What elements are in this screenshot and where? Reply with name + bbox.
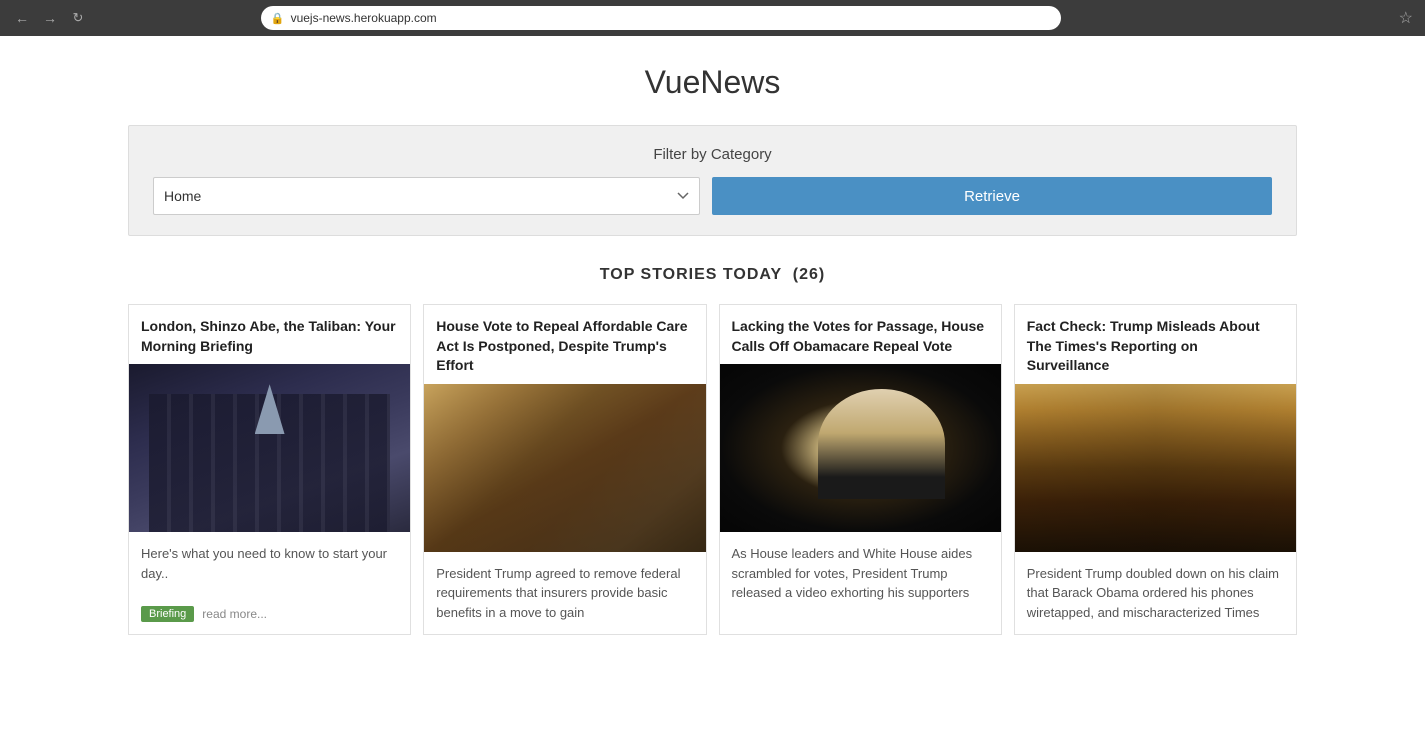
stories-section: TOP STORIES TODAY (26) London, Shinzo Ab… (0, 266, 1425, 635)
card-image-4 (1015, 384, 1296, 552)
cards-grid: London, Shinzo Abe, the Taliban: Your Mo… (128, 304, 1297, 635)
card-image-3 (720, 364, 1001, 532)
browser-chrome: ← → ↻ 🔒 vuejs-news.herokuapp.com ☆ (0, 0, 1425, 36)
story-card-2: House Vote to Repeal Affordable Care Act… (423, 304, 706, 635)
card-body-4: President Trump doubled down on his clai… (1015, 552, 1296, 635)
card-title-4: Fact Check: Trump Misleads About The Tim… (1015, 305, 1296, 384)
briefing-badge: Briefing (141, 606, 194, 622)
lock-icon: 🔒 (271, 12, 285, 25)
url-text: vuejs-news.herokuapp.com (291, 11, 437, 25)
card-footer-1: Briefing read more... (129, 598, 410, 634)
card-title-2: House Vote to Repeal Affordable Care Act… (424, 305, 705, 384)
retrieve-button[interactable]: Retrieve (712, 177, 1272, 215)
card-image-2 (424, 384, 705, 552)
card-title-1: London, Shinzo Abe, the Taliban: Your Mo… (129, 305, 410, 364)
card-body-1: Here's what you need to know to start yo… (129, 532, 410, 598)
stories-count: (26) (793, 266, 825, 283)
story-card-1: London, Shinzo Abe, the Taliban: Your Mo… (128, 304, 411, 635)
card-text-2: President Trump agreed to remove federal… (436, 564, 693, 623)
stories-header-text: TOP STORIES TODAY (600, 266, 782, 283)
card-text-3: As House leaders and White House aides s… (732, 544, 989, 603)
page-content: VueNews Filter by Category Home Technolo… (0, 36, 1425, 635)
filter-section: Filter by Category Home Technology Scien… (128, 125, 1297, 236)
card-text-1: Here's what you need to know to start yo… (141, 544, 398, 583)
card-body-2: President Trump agreed to remove federal… (424, 552, 705, 635)
filter-label: Filter by Category (153, 146, 1272, 163)
card-body-3: As House leaders and White House aides s… (720, 532, 1001, 634)
stories-header: TOP STORIES TODAY (26) (128, 266, 1297, 284)
card-text-4: President Trump doubled down on his clai… (1027, 564, 1284, 623)
read-more-1[interactable]: read more... (202, 607, 267, 621)
category-select[interactable]: Home Technology Science Sports Business … (153, 177, 700, 215)
back-button[interactable]: ← (12, 8, 32, 28)
address-bar[interactable]: 🔒 vuejs-news.herokuapp.com (261, 6, 1061, 30)
app-title: VueNews (0, 36, 1425, 125)
refresh-button[interactable]: ↻ (68, 8, 88, 28)
story-card-3: Lacking the Votes for Passage, House Cal… (719, 304, 1002, 635)
story-card-4: Fact Check: Trump Misleads About The Tim… (1014, 304, 1297, 635)
filter-controls: Home Technology Science Sports Business … (153, 177, 1272, 215)
forward-button[interactable]: → (40, 8, 60, 28)
card-title-3: Lacking the Votes for Passage, House Cal… (720, 305, 1001, 364)
bookmark-button[interactable]: ☆ (1399, 8, 1413, 28)
card-image-1 (129, 364, 410, 532)
